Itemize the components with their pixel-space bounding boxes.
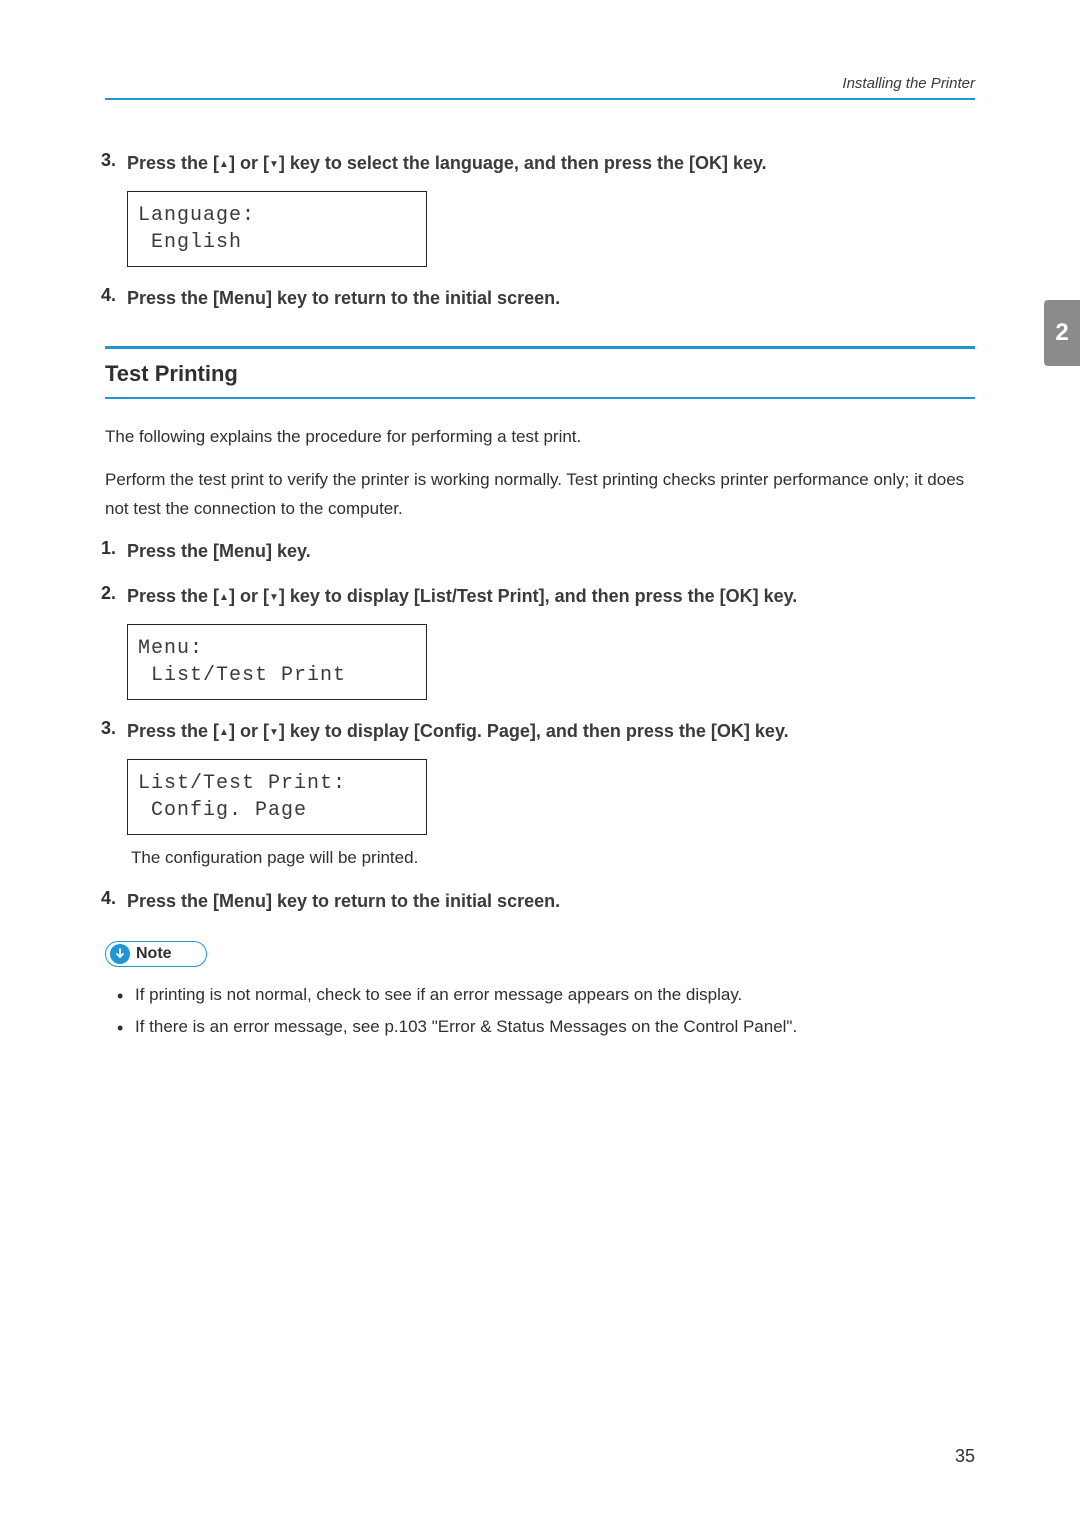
step-number: 2. [101,583,116,604]
up-triangle-icon: ▲ [219,725,229,740]
note-badge: Note [105,941,207,967]
section-step-2: 2. Press the [▲] or [▼] key to display [… [127,583,975,700]
step-text: Press the [▲] or [▼] key to display [Lis… [127,586,797,606]
lcd-display: Menu: List/Test Print [127,624,427,700]
step-text: Press the [Menu] key to return to the in… [127,288,560,308]
section-step-3: 3. Press the [▲] or [▼] key to display [… [127,718,975,871]
step-text: Press the [▲] or [▼] key to display [Con… [127,721,789,741]
header-breadcrumb: Installing the Printer [105,75,975,92]
page-content: Installing the Printer 3. Press the [▲] … [0,0,1080,1044]
down-triangle-icon: ▼ [269,157,279,172]
down-triangle-icon: ▼ [269,590,279,605]
note-label: Note [136,945,172,963]
step-4: 4. Press the [Menu] key to return to the… [127,285,975,312]
header-rule [105,98,975,100]
step-text: Press the [Menu] key to return to the in… [127,891,560,911]
page-number: 35 [955,1446,975,1467]
note-bullets: If printing is not normal, check to see … [105,979,975,1044]
step-text: Press the [▲] or [▼] key to select the l… [127,153,767,173]
chapter-tab: 2 [1044,300,1080,366]
up-triangle-icon: ▲ [219,157,229,172]
step-number: 3. [101,150,116,171]
top-steps-list: 3. Press the [▲] or [▼] key to select th… [105,150,975,312]
section-step-4: 4. Press the [Menu] key to return to the… [127,888,975,915]
lcd-display: Language: English [127,191,427,267]
step-3: 3. Press the [▲] or [▼] key to select th… [127,150,975,267]
step-number: 1. [101,538,116,559]
step-number: 3. [101,718,116,739]
step-number: 4. [101,285,116,306]
step-number: 4. [101,888,116,909]
lcd-display: List/Test Print: Config. Page [127,759,427,835]
step-subtext: The configuration page will be printed. [131,845,975,871]
section-para-1: The following explains the procedure for… [105,423,975,452]
step-text: Press the [Menu] key. [127,541,311,561]
note-arrow-icon [110,944,130,964]
section-para-2: Perform the test print to verify the pri… [105,466,975,524]
note-bullet-1: If printing is not normal, check to see … [135,979,975,1011]
down-triangle-icon: ▼ [269,725,279,740]
section-step-1: 1. Press the [Menu] key. [127,538,975,565]
section-title: Test Printing [105,346,975,399]
up-triangle-icon: ▲ [219,590,229,605]
section-steps-list: 1. Press the [Menu] key. 2. Press the [▲… [105,538,975,916]
note-bullet-2: If there is an error message, see p.103 … [135,1011,975,1043]
